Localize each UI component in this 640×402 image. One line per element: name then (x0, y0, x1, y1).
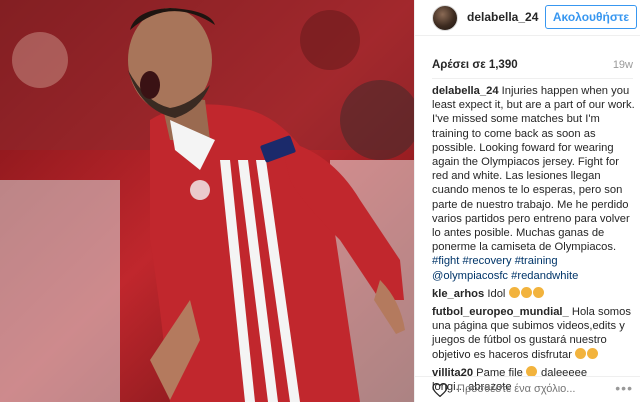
more-options-icon[interactable]: ••• (615, 380, 633, 396)
comment-bar: ••• (415, 376, 640, 402)
emoji (508, 286, 520, 298)
caption-hashtags[interactable]: #fight #recovery #training (432, 255, 558, 267)
post-header: delabella_24 Ακολουθήστε (415, 0, 640, 36)
emoji (587, 347, 599, 359)
post-time[interactable]: 19w (613, 59, 633, 71)
likes-count[interactable]: Αρέσει σε 1,390 (432, 59, 518, 71)
comment-input[interactable] (457, 383, 597, 395)
comment-username[interactable]: kle_arhos (432, 288, 484, 300)
header-username[interactable]: delabella_24 (467, 10, 538, 24)
comment-item: futbol_europeo_mundial_ Hola somos una p… (432, 305, 635, 362)
comments-list: delabella_24 Injuries happen when you le… (432, 84, 635, 398)
heart-icon[interactable] (432, 383, 448, 397)
likes-row: Αρέσει σε 1,390 19w (415, 53, 640, 73)
caption-mentions[interactable]: @olympiacosfc #redandwhite (432, 270, 578, 282)
caption-text: Injuries happen when you least expect it… (432, 85, 635, 254)
post-photo[interactable] (0, 0, 414, 402)
emoji (532, 286, 544, 298)
emoji (575, 347, 587, 359)
emoji (520, 286, 532, 298)
comment-text: Idol (487, 287, 506, 300)
post-details-panel: delabella_24 Ακολουθήστε Αρέσει σε 1,390… (414, 0, 640, 402)
follow-button[interactable]: Ακολουθήστε (545, 5, 637, 29)
comment-username[interactable]: futbol_europeo_mundial_ (432, 306, 569, 318)
divider (432, 78, 633, 79)
player-celebrating-image (0, 0, 414, 402)
avatar[interactable] (432, 5, 458, 31)
comment-item: kle_arhos Idol (432, 286, 635, 301)
caption: delabella_24 Injuries happen when you le… (432, 84, 635, 283)
caption-username[interactable]: delabella_24 (432, 85, 499, 97)
